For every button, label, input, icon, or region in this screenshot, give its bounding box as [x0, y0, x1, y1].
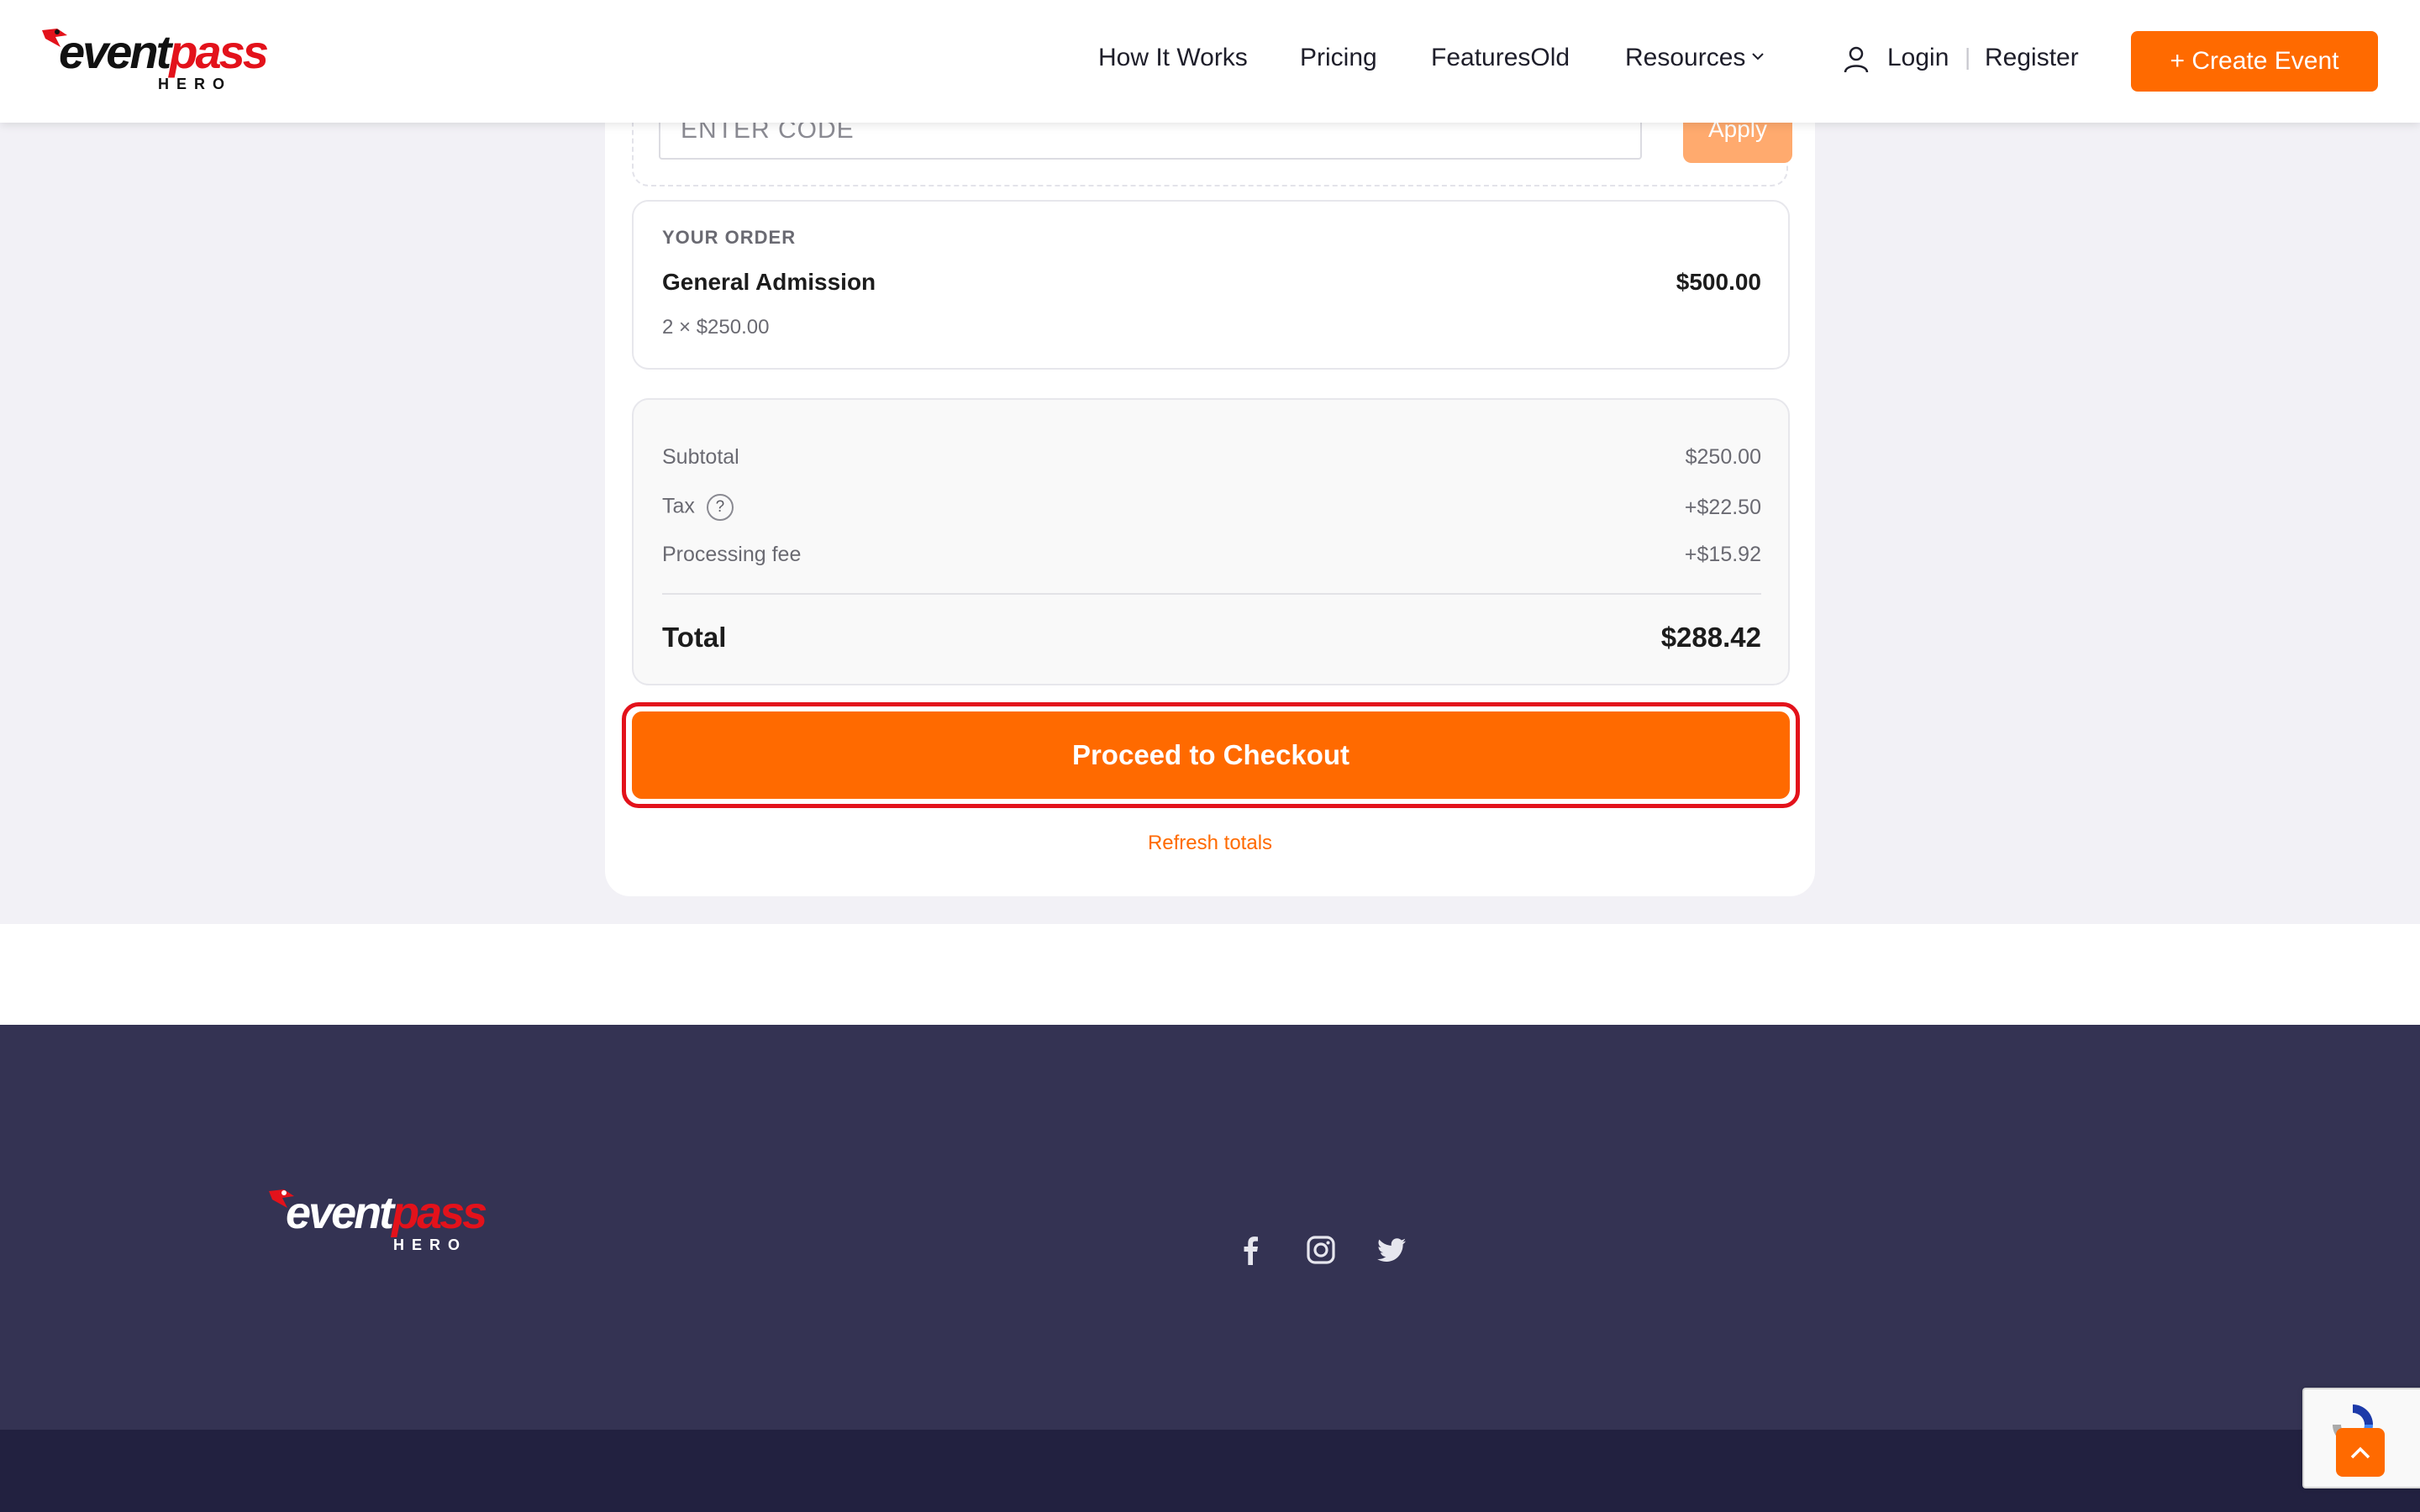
logo-sub-hero: HERO	[158, 76, 233, 92]
proceed-to-checkout-button[interactable]: Proceed to Checkout	[632, 711, 1790, 799]
footer-logo-sub-hero: HERO	[393, 1236, 468, 1253]
facebook-icon[interactable]	[1232, 1231, 1269, 1268]
checkout-card: Apply YOUR ORDER General Admission $500.…	[605, 50, 1815, 896]
nav-features[interactable]: FeaturesOld	[1431, 44, 1570, 72]
nav-resources-label: Resources	[1625, 44, 1746, 71]
total-row: Total $288.42	[662, 622, 1761, 654]
footer-logo-word-event: event	[286, 1188, 394, 1238]
processing-fee-value: +$15.92	[1684, 543, 1761, 566]
nav-how-it-works[interactable]: How It Works	[1098, 44, 1248, 72]
order-item-price: $500.00	[1676, 269, 1761, 295]
processing-fee-row: Processing fee +$15.92	[662, 543, 1761, 567]
processing-fee-label: Processing fee	[662, 543, 802, 566]
tax-row: Tax? +$22.50	[662, 494, 1761, 521]
tax-value: +$22.50	[1684, 495, 1761, 519]
logo-word-event: event	[59, 25, 171, 78]
order-section-label: YOUR ORDER	[662, 227, 797, 248]
order-item-name: General Admission	[662, 269, 876, 295]
subtotal-label: Subtotal	[662, 445, 739, 469]
tax-help-icon[interactable]: ?	[706, 494, 734, 521]
chevron-down-icon	[1752, 53, 1765, 60]
nav-pricing[interactable]: Pricing	[1300, 44, 1377, 72]
chevron-up-icon	[2350, 1446, 2370, 1459]
subtotal-value: $250.00	[1685, 445, 1761, 469]
footer-logo[interactable]: eventpass HERO	[267, 1184, 489, 1262]
eventpass-hero-logo[interactable]: eventpass HERO	[40, 24, 269, 94]
totals-divider	[662, 593, 1761, 595]
footer-bottom-bar	[0, 1430, 2420, 1512]
nav-register[interactable]: Register	[1985, 44, 2079, 72]
refresh-totals-link: Refresh totals	[605, 832, 1815, 855]
site-header: eventpass HERO How It Works Pricing Feat…	[0, 0, 2420, 123]
subtotal-row: Subtotal $250.00	[662, 445, 1761, 470]
back-to-top-button[interactable]	[2336, 1428, 2385, 1477]
tax-label: Tax	[662, 494, 695, 518]
create-event-button[interactable]: + Create Event	[2131, 31, 2378, 92]
page-spacer	[0, 924, 2420, 1025]
nav-resources[interactable]: Resources	[1625, 44, 1765, 72]
order-item-quantity: 2 × $250.00	[662, 316, 770, 339]
order-summary: YOUR ORDER General Admission $500.00 2 ×…	[632, 200, 1790, 370]
instagram-icon[interactable]	[1302, 1231, 1339, 1268]
total-label: Total	[662, 622, 727, 653]
refresh-totals-label[interactable]: Refresh totals	[1148, 832, 1272, 854]
footer-logo-word-pass: pass	[392, 1188, 487, 1238]
nav-login[interactable]: Login	[1887, 44, 1949, 72]
totals-summary: Subtotal $250.00 Tax? +$22.50 Processing…	[632, 398, 1790, 685]
nav-separator: |	[1965, 44, 1971, 70]
logo-word-pass: pass	[169, 25, 269, 78]
twitter-icon[interactable]	[1373, 1231, 1410, 1268]
user-icon[interactable]	[1844, 45, 1869, 74]
total-value: $288.42	[1660, 622, 1761, 653]
